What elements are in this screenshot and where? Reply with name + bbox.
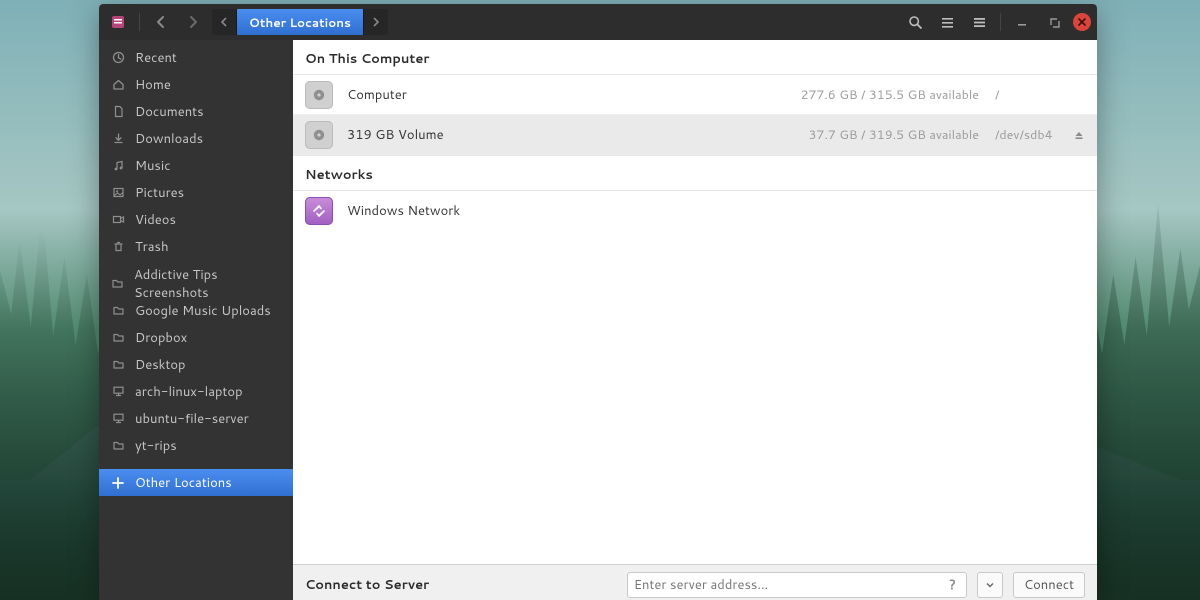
- sidebar-bookmark-google-music-uploads[interactable]: Google Music Uploads: [99, 297, 293, 324]
- header-separator-2: [1000, 13, 1001, 31]
- connect-label: Connect to Server: [305, 576, 429, 594]
- sidebar-item-label: Pictures: [135, 184, 184, 202]
- sidebar-item-documents[interactable]: Documents: [99, 98, 293, 125]
- sidebar-item-label: Documents: [135, 103, 204, 121]
- server-address-input[interactable]: [634, 576, 945, 594]
- volume-path: /dev/sdb4: [995, 126, 1065, 144]
- server-address-field: ?: [627, 572, 967, 598]
- header-bar: Other Locations: [99, 4, 1097, 40]
- network-folder-icon: [111, 385, 125, 398]
- sidebar-bookmark-addictive-tips-screenshots[interactable]: Addictive Tips Screenshots: [99, 270, 293, 297]
- connect-to-server-bar: Connect to Server ? Connect: [293, 564, 1097, 600]
- sidebar-item-label: ubuntu-file-server: [135, 410, 249, 428]
- sidebar: Recent Home Documents Downloads Music Picture…: [99, 40, 293, 600]
- plus-icon: [111, 477, 125, 489]
- eject-button[interactable]: [1073, 129, 1085, 141]
- volume-path: /: [995, 86, 1065, 104]
- app-icon[interactable]: [105, 9, 131, 35]
- clock-icon: [111, 51, 125, 64]
- header-separator: [139, 13, 140, 31]
- volume-meta: 37.7 GB / 319.5 GB available: [809, 126, 980, 144]
- document-icon: [111, 105, 125, 118]
- sidebar-item-label: Home: [135, 76, 171, 94]
- folder-icon: [111, 304, 125, 317]
- sidebar-item-trash[interactable]: Trash: [99, 233, 293, 260]
- path-bar: Other Locations: [212, 9, 388, 35]
- sidebar-bookmark-ubuntu-file-server[interactable]: ubuntu-file-server: [99, 405, 293, 432]
- volume-row[interactable]: Computer 277.6 GB / 315.5 GB available /: [293, 75, 1097, 115]
- sidebar-item-label: Music: [135, 157, 171, 175]
- window-minimize-button[interactable]: [1009, 9, 1035, 35]
- sidebar-item-label: Other Locations: [135, 474, 232, 492]
- pathbar-current[interactable]: Other Locations: [237, 9, 364, 35]
- search-button[interactable]: [902, 9, 928, 35]
- sidebar-item-music[interactable]: Music: [99, 152, 293, 179]
- section-on-this-computer: On This Computer: [293, 40, 1097, 75]
- sidebar-item-label: Downloads: [135, 130, 203, 148]
- sidebar-item-label: Trash: [135, 238, 169, 256]
- image-icon: [111, 186, 125, 199]
- connect-button[interactable]: Connect: [1013, 572, 1085, 598]
- sidebar-bookmark-arch-linux-laptop[interactable]: arch-linux-laptop: [99, 378, 293, 405]
- hamburger-menu-button[interactable]: [966, 9, 992, 35]
- window-maximize-button[interactable]: [1041, 9, 1067, 35]
- server-help-button[interactable]: ?: [945, 576, 960, 594]
- sidebar-item-label: yt-rips: [135, 437, 177, 455]
- sidebar-item-videos[interactable]: Videos: [99, 206, 293, 233]
- sidebar-item-pictures[interactable]: Pictures: [99, 179, 293, 206]
- sidebar-item-home[interactable]: Home: [99, 71, 293, 98]
- view-list-button[interactable]: [934, 9, 960, 35]
- folder-icon: [111, 358, 125, 371]
- pathbar-prev-button[interactable]: [212, 9, 237, 35]
- harddisk-icon: [305, 81, 333, 109]
- sidebar-other-locations[interactable]: Other Locations: [99, 469, 293, 496]
- network-row[interactable]: Windows Network: [293, 191, 1097, 231]
- server-history-dropdown[interactable]: [977, 572, 1003, 598]
- sidebar-item-label: arch-linux-laptop: [135, 383, 243, 401]
- network-icon: [305, 197, 333, 225]
- network-name: Windows Network: [347, 202, 460, 220]
- sidebar-item-label: Google Music Uploads: [135, 302, 271, 320]
- volume-name: 319 GB Volume: [347, 126, 444, 144]
- window-close-button[interactable]: [1073, 13, 1091, 31]
- sidebar-item-label: Addictive Tips Screenshots: [134, 266, 281, 302]
- pathbar-next-button[interactable]: [364, 9, 388, 35]
- folder-icon: [111, 439, 125, 452]
- folder-icon: [111, 331, 125, 344]
- sidebar-bookmark-yt-rips[interactable]: yt-rips: [99, 432, 293, 459]
- sidebar-item-downloads[interactable]: Downloads: [99, 125, 293, 152]
- harddisk-icon: [305, 121, 333, 149]
- home-icon: [111, 78, 125, 91]
- sidebar-item-recent[interactable]: Recent: [99, 44, 293, 71]
- music-icon: [111, 159, 125, 172]
- folder-icon: [111, 277, 124, 290]
- volume-name: Computer: [347, 86, 407, 104]
- sidebar-bookmark-desktop[interactable]: Desktop: [99, 351, 293, 378]
- volume-row[interactable]: 319 GB Volume 37.7 GB / 319.5 GB availabl…: [293, 115, 1097, 155]
- video-icon: [111, 213, 125, 226]
- volume-meta: 277.6 GB / 315.5 GB available: [801, 86, 979, 104]
- download-icon: [111, 132, 125, 145]
- nav-back-button[interactable]: [148, 9, 174, 35]
- nav-forward-button[interactable]: [180, 9, 206, 35]
- network-folder-icon: [111, 412, 125, 425]
- sidebar-item-label: Videos: [135, 211, 176, 229]
- sidebar-bookmark-dropbox[interactable]: Dropbox: [99, 324, 293, 351]
- sidebar-item-label: Desktop: [135, 356, 186, 374]
- files-window: Other Locations Recent Home Documents: [99, 4, 1097, 600]
- trash-icon: [111, 240, 125, 253]
- sidebar-item-label: Dropbox: [135, 329, 187, 347]
- content-pane: On This Computer Computer 277.6 GB / 315.…: [293, 40, 1097, 600]
- sidebar-item-label: Recent: [135, 49, 177, 67]
- section-networks: Networks: [293, 155, 1097, 191]
